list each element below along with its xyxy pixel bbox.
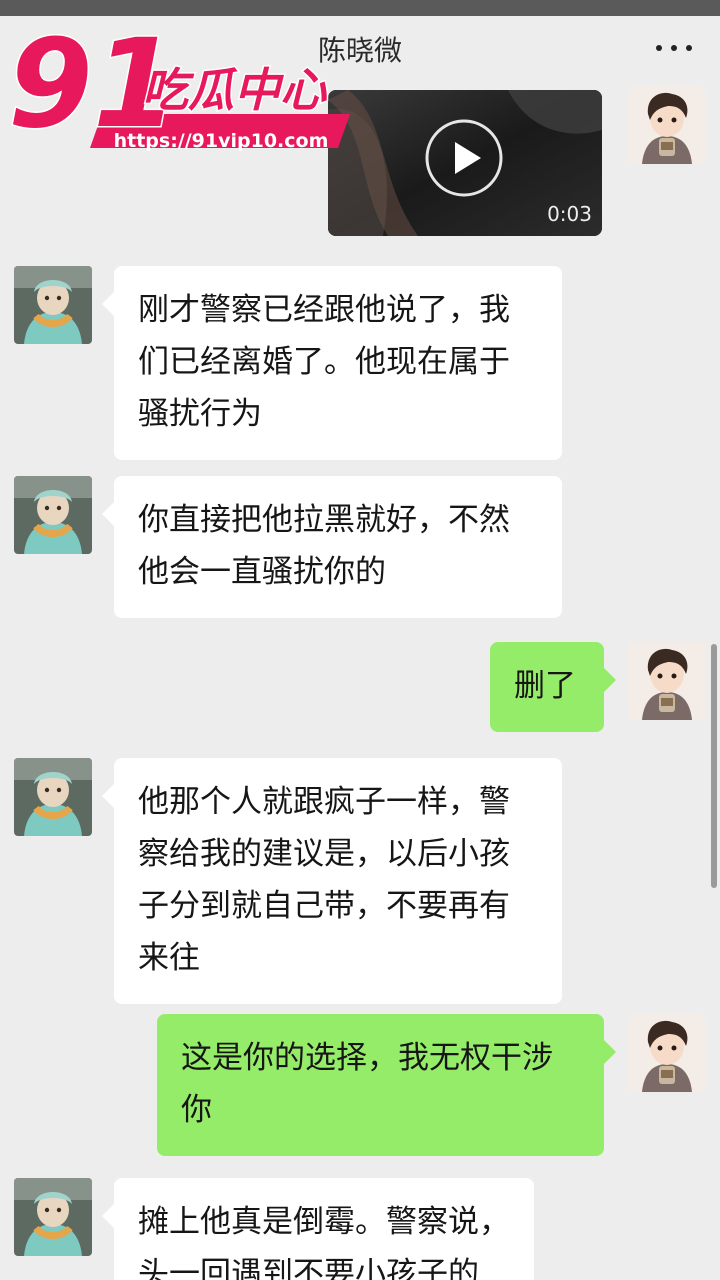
self-avatar[interactable] [628, 86, 706, 164]
video-duration: 0:03 [547, 202, 592, 226]
more-dots-icon [656, 45, 662, 51]
contact-avatar[interactable] [14, 758, 92, 836]
chat-screen: 陈晓微 0:03 刚才警察已经跟他说了，我们已经离婚了。他现在属于骚扰行为 你直… [0, 0, 720, 1280]
message-bubble[interactable]: 你直接把他拉黑就好，不然他会一直骚扰你的 [102, 476, 562, 618]
message-bubble[interactable]: 摊上他真是倒霉。警察说，头一回遇到不要小孩子的 [102, 1178, 534, 1280]
logo-brand: 吃瓜中心 [142, 63, 328, 117]
message-bubble[interactable]: 刚才警察已经跟他说了，我们已经离婚了。他现在属于骚扰行为 [102, 266, 562, 460]
watermark-logo: 91 吃瓜中心 https://91vip10.com [6, 12, 356, 157]
self-avatar[interactable] [628, 642, 706, 720]
boy-avatar-icon [628, 642, 706, 720]
message-bubble[interactable]: 删了 [490, 642, 616, 732]
boy-avatar-icon [628, 86, 706, 164]
contact-avatar[interactable] [14, 476, 92, 554]
self-avatar[interactable] [628, 1014, 706, 1092]
boy-avatar-icon [628, 1014, 706, 1092]
figurine-avatar-icon [14, 476, 92, 554]
figurine-avatar-icon [14, 1178, 92, 1256]
message-bubble[interactable]: 他那个人就跟疯子一样，警察给我的建议是，以后小孩子分到就自己带，不要再有来往 [102, 758, 562, 1004]
scrollbar[interactable] [711, 644, 717, 888]
figurine-avatar-icon [14, 266, 92, 344]
contact-avatar[interactable] [14, 1178, 92, 1256]
more-dot [671, 45, 677, 51]
video-message[interactable]: 0:03 [328, 90, 602, 236]
figurine-avatar-icon [14, 758, 92, 836]
message-bubble[interactable]: 这是你的选择，我无权干涉你 [157, 1014, 616, 1156]
more-dot [686, 45, 692, 51]
logo-url: https://91vip10.com [113, 130, 329, 152]
contact-avatar[interactable] [14, 266, 92, 344]
more-options-button[interactable] [652, 30, 696, 66]
